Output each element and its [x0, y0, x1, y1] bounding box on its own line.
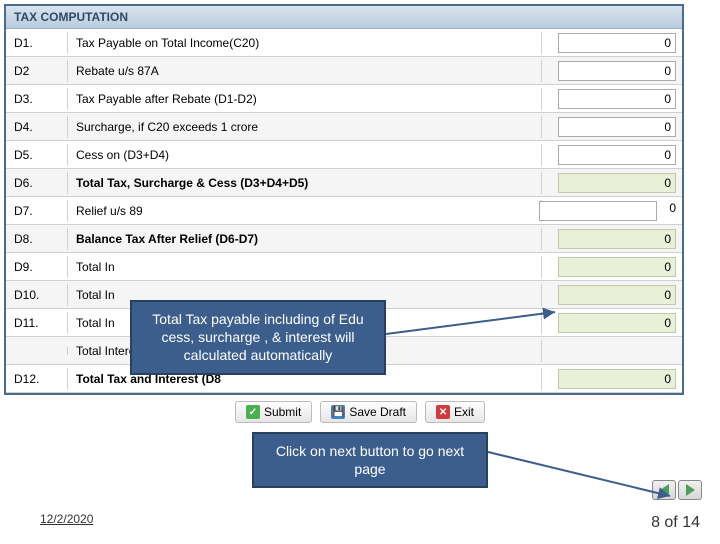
form-row: D9.Total In 0	[6, 253, 682, 281]
chevron-right-icon	[686, 484, 695, 496]
row-label: Surcharge, if C20 exceeds 1 crore	[68, 116, 542, 138]
save-draft-label: Save Draft	[349, 405, 406, 419]
value-readonly: 0	[558, 229, 676, 249]
row-value-cell	[542, 59, 682, 83]
submit-label: Submit	[264, 405, 301, 419]
value-input[interactable]	[558, 89, 676, 109]
row-value-cell	[542, 31, 682, 55]
value-text: 0	[669, 201, 676, 221]
save-draft-button[interactable]: 💾 Save Draft	[320, 401, 417, 423]
row-value-cell	[542, 87, 682, 111]
row-code: D1.	[6, 32, 68, 54]
check-icon: ✓	[246, 405, 260, 419]
value-input[interactable]	[558, 145, 676, 165]
row-label: Tax Payable after Rebate (D1-D2)	[68, 88, 542, 110]
row-code: D7.	[6, 200, 68, 222]
row-code: D10.	[6, 284, 68, 306]
prev-button[interactable]	[652, 480, 676, 500]
value-readonly: 0	[558, 257, 676, 277]
row-label: Rebate u/s 87A	[68, 60, 542, 82]
row-label: Cess on (D3+D4)	[68, 144, 542, 166]
value-input[interactable]	[558, 117, 676, 137]
form-row: D8.Balance Tax After Relief (D6-D7) 0	[6, 225, 682, 253]
row-code: D4.	[6, 116, 68, 138]
row-code: D11.	[6, 312, 68, 334]
row-label: Relief u/s 89	[68, 200, 542, 222]
form-row: D2Rebate u/s 87A	[6, 57, 682, 85]
row-label: Total Tax, Surcharge & Cess (D3+D4+D5)	[68, 172, 542, 194]
value-readonly: 0	[558, 313, 676, 333]
submit-button[interactable]: ✓ Submit	[235, 401, 312, 423]
nav-arrows	[652, 480, 702, 500]
exit-label: Exit	[454, 405, 474, 419]
row-value-cell	[542, 115, 682, 139]
row-label: Total In	[68, 256, 542, 278]
row-value-cell: 0	[542, 283, 682, 307]
value-input[interactable]	[539, 201, 657, 221]
row-label: Tax Payable on Total Income(C20)	[68, 32, 542, 54]
row-value-cell: 0	[542, 227, 682, 251]
row-code: D5.	[6, 144, 68, 166]
close-icon: ✕	[436, 405, 450, 419]
row-value-cell: 0	[542, 255, 682, 279]
footer-date: 12/2/2020	[40, 512, 93, 526]
row-code: D6.	[6, 172, 68, 194]
form-row: D6.Total Tax, Surcharge & Cess (D3+D4+D5…	[6, 169, 682, 197]
form-row: D3.Tax Payable after Rebate (D1-D2)	[6, 85, 682, 113]
panel-title: TAX COMPUTATION	[6, 6, 682, 29]
row-value-cell	[542, 349, 682, 353]
callout-next-button: Click on next button to go next page	[252, 432, 488, 488]
row-code: D9.	[6, 256, 68, 278]
footer-page: 8 of 14	[651, 514, 700, 532]
save-icon: 💾	[331, 405, 345, 419]
form-row: D7.Relief u/s 89 0	[6, 197, 682, 225]
row-code	[6, 347, 68, 355]
row-code: D2	[6, 60, 68, 82]
next-button[interactable]	[678, 480, 702, 500]
callout-auto-calc: Total Tax payable including of Edu cess,…	[130, 300, 386, 375]
row-value-cell: 0	[542, 171, 682, 195]
form-row: D4.Surcharge, if C20 exceeds 1 crore	[6, 113, 682, 141]
row-code: D3.	[6, 88, 68, 110]
value-readonly: 0	[558, 173, 676, 193]
row-value-cell: 0	[542, 367, 682, 391]
exit-button[interactable]: ✕ Exit	[425, 401, 485, 423]
form-row: D1.Tax Payable on Total Income(C20)	[6, 29, 682, 57]
chevron-left-icon	[660, 484, 669, 496]
form-row: D5.Cess on (D3+D4)	[6, 141, 682, 169]
value-input[interactable]	[558, 61, 676, 81]
row-code: D8.	[6, 228, 68, 250]
row-value-cell	[542, 143, 682, 167]
row-value-cell: 0	[542, 199, 682, 223]
row-label: Balance Tax After Relief (D6-D7)	[68, 228, 542, 250]
row-value-cell: 0	[542, 311, 682, 335]
value-readonly: 0	[558, 369, 676, 389]
row-code: D12.	[6, 368, 68, 390]
toolbar: ✓ Submit 💾 Save Draft ✕ Exit	[0, 401, 720, 423]
value-readonly: 0	[558, 285, 676, 305]
value-input[interactable]	[558, 33, 676, 53]
